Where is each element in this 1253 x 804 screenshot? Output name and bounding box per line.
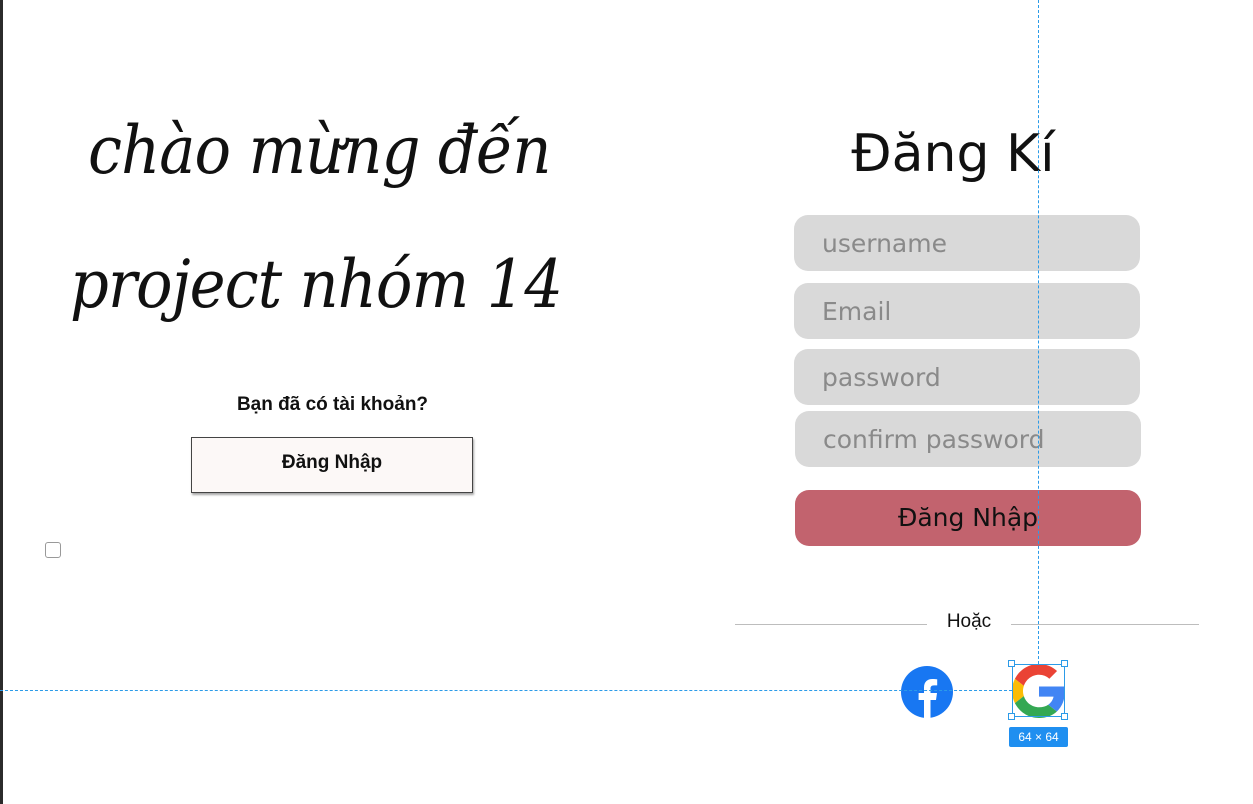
welcome-line-2: project nhóm 14 (70, 246, 563, 323)
password-input[interactable] (794, 349, 1140, 405)
email-input[interactable] (794, 283, 1140, 339)
login-button[interactable]: Đăng Nhập (191, 437, 473, 493)
checkbox[interactable] (45, 542, 61, 558)
divider-right (1011, 624, 1199, 625)
canvas-left-edge (0, 0, 3, 804)
resize-handle-top-right[interactable] (1061, 660, 1068, 667)
register-title: Đăng Kí (851, 124, 1055, 184)
username-input[interactable] (794, 215, 1140, 271)
facebook-icon[interactable] (901, 666, 953, 718)
resize-handle-top-left[interactable] (1008, 660, 1015, 667)
selection-size-badge: 64 × 64 (1009, 727, 1068, 747)
or-text: Hoặc (946, 611, 992, 632)
resize-handle-bottom-left[interactable] (1008, 713, 1015, 720)
vertical-guide-line (1038, 0, 1039, 664)
selection-box[interactable] (1012, 664, 1065, 717)
confirm-password-input[interactable] (795, 411, 1141, 467)
horizontal-guide-line (0, 690, 1012, 691)
register-submit-button[interactable]: Đăng Nhập (795, 490, 1141, 546)
facebook-icon-graphic (901, 666, 953, 718)
welcome-line-1: chào mừng đến (88, 112, 551, 189)
have-account-text: Bạn đã có tài khoản? (236, 394, 429, 415)
divider-left (735, 624, 927, 625)
resize-handle-bottom-right[interactable] (1061, 713, 1068, 720)
